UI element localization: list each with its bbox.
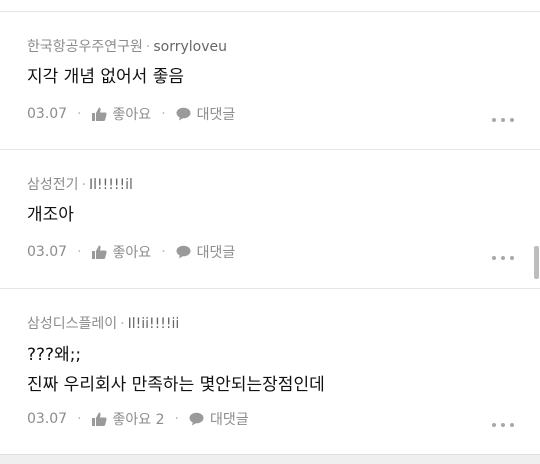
company-name: 한국항공우주연구원: [27, 39, 143, 55]
reply-button[interactable]: 대댓글: [176, 242, 236, 262]
comment-author[interactable]: 삼성전기 · Il!!!!!il: [27, 174, 133, 194]
thumbs-up-icon: [91, 245, 107, 259]
reply-button[interactable]: 대댓글: [189, 409, 249, 429]
more-dots-icon[interactable]: [492, 118, 514, 124]
comment-date: 03.07: [27, 411, 68, 427]
company-name: 삼성디스플레이: [27, 316, 118, 332]
nickname: Il!ii!!!!ii: [127, 316, 180, 332]
thumbs-up-icon: [91, 107, 107, 121]
nickname: sorryloveu: [153, 39, 228, 55]
separator-dot: ·: [174, 411, 179, 427]
comment-text: ???왜;; 진짜 우리회사 만족하는 몇안되는장점인데: [27, 340, 325, 400]
comment-text: 개조아: [27, 200, 74, 230]
comment-date: 03.07: [27, 106, 68, 122]
separator-dot: ·: [120, 316, 125, 332]
separator-dot: ·: [161, 106, 166, 122]
separator-dot: ·: [145, 39, 151, 55]
separator-dot: ·: [77, 411, 82, 427]
comment-item: 한국항공우주연구원 · sorryloveu 지각 개념 없어서 좋음 03.07 …: [0, 12, 540, 149]
scrollbar-thumb[interactable]: [534, 246, 539, 279]
comment-text: 지각 개념 없어서 좋음: [27, 62, 184, 92]
comment-line: 개조아: [27, 205, 74, 225]
comment-item: 삼성디스플레이 · Il!ii!!!!ii ???왜;; 진짜 우리회사 만족하는 …: [0, 289, 540, 454]
more-dots-icon[interactable]: [492, 423, 514, 429]
comment-line: 지각 개념 없어서 좋음: [27, 67, 184, 87]
comment-actions: 03.07 · 좋아요 2 · 대댓글: [27, 409, 249, 429]
thumbs-up-icon: [91, 412, 107, 426]
like-button[interactable]: 좋아요 2: [91, 409, 165, 429]
comment-actions: 03.07 · 좋아요 · 대댓글: [27, 104, 235, 124]
comment-author[interactable]: 한국항공우주연구원 · sorryloveu: [27, 36, 227, 56]
company-name: 삼성전기: [27, 177, 79, 193]
comment-date: 03.07: [27, 244, 68, 260]
reply-button[interactable]: 대댓글: [176, 104, 236, 124]
comment-item: 삼성전기 · Il!!!!!il 개조아 03.07 · 좋아요 · 대댓글: [0, 150, 540, 287]
comment-line: 진짜 우리회사 만족하는 몇안되는장점인데: [27, 375, 325, 395]
separator-dot: ·: [81, 177, 86, 193]
separator-dot: ·: [161, 244, 166, 260]
more-dots-icon[interactable]: [492, 256, 514, 262]
like-label: 좋아요: [112, 245, 152, 261]
comment-author[interactable]: 삼성디스플레이 · Il!ii!!!!ii: [27, 313, 179, 333]
separator-dot: ·: [77, 106, 82, 122]
nickname: Il!!!!!il: [88, 177, 133, 193]
reply-label: 대댓글: [196, 245, 236, 261]
speech-bubble-icon: [176, 245, 191, 259]
comment-actions: 03.07 · 좋아요 · 대댓글: [27, 242, 235, 262]
reply-label: 대댓글: [196, 107, 236, 123]
speech-bubble-icon: [189, 412, 204, 426]
like-button[interactable]: 좋아요: [91, 104, 152, 124]
separator-dot: ·: [77, 244, 82, 260]
comment-line: ???왜;;: [27, 345, 82, 365]
like-label: 좋아요: [112, 107, 152, 123]
speech-bubble-icon: [176, 107, 191, 121]
like-button[interactable]: 좋아요: [91, 242, 152, 262]
reply-label: 대댓글: [210, 412, 249, 428]
like-label: 좋아요 2: [112, 412, 165, 428]
